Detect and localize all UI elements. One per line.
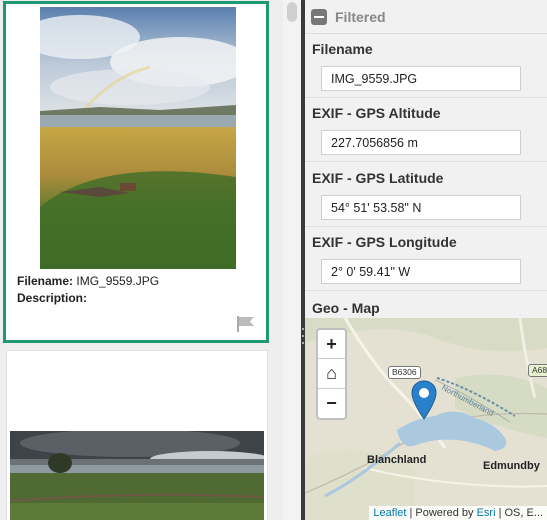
filename-caption: Filename: IMG_9559.JPG: [17, 274, 160, 288]
field-filename: Filename: [305, 34, 547, 98]
leaflet-link[interactable]: Leaflet: [373, 507, 406, 519]
road-label-b6306: B6306: [388, 366, 421, 379]
field-gps-altitude: EXIF - GPS Altitude: [305, 98, 547, 162]
filename-input[interactable]: [321, 66, 521, 91]
place-label-blanchland: Blanchland: [367, 454, 427, 466]
photo-thumbnail[interactable]: [40, 7, 236, 269]
details-pane: Filtered Filename EXIF - GPS Altitude EX…: [305, 0, 547, 520]
photo-thumbnail[interactable]: [10, 431, 264, 520]
gallery-card[interactable]: [6, 350, 268, 520]
geo-map-label: Geo - Map: [312, 300, 380, 316]
gps-altitude-input[interactable]: [321, 130, 521, 155]
field-gps-latitude: EXIF - GPS Latitude: [305, 163, 547, 227]
field-label: Filename: [312, 41, 373, 57]
scrollbar-thumb[interactable]: [287, 2, 297, 22]
geo-map[interactable]: + ⌂ − B6306 A68 Northumberland Blanchlan…: [305, 318, 547, 520]
map-marker-icon[interactable]: [411, 380, 437, 420]
gps-longitude-input[interactable]: [321, 259, 521, 284]
section-title: Filtered: [335, 8, 386, 25]
field-label: EXIF - GPS Latitude: [312, 170, 444, 186]
zoom-out-button[interactable]: −: [318, 389, 345, 418]
gallery-pane: Filename: IMG_9559.JPG Description:: [0, 0, 283, 520]
filtered-section-header[interactable]: Filtered: [305, 0, 547, 34]
home-button[interactable]: ⌂: [318, 359, 345, 389]
road-label-a68: A68: [528, 364, 547, 377]
place-label-edmundbyers: Edmundby: [483, 460, 540, 472]
map-zoom-control: + ⌂ −: [316, 328, 347, 420]
field-label: EXIF - GPS Altitude: [312, 105, 441, 121]
field-label: EXIF - GPS Longitude: [312, 234, 457, 250]
gps-latitude-input[interactable]: [321, 195, 521, 220]
flag-icon[interactable]: [236, 316, 256, 332]
field-gps-longitude: EXIF - GPS Longitude: [305, 227, 547, 291]
zoom-in-button[interactable]: +: [318, 330, 345, 360]
gallery-card-selected[interactable]: Filename: IMG_9559.JPG Description:: [3, 1, 269, 343]
gallery-scrollbar[interactable]: [283, 0, 301, 520]
esri-link[interactable]: Esri: [477, 507, 496, 519]
description-caption: Description:: [17, 291, 88, 305]
collapse-icon[interactable]: [311, 8, 327, 25]
map-attribution: Leaflet | Powered by Esri | OS, E...: [369, 506, 547, 520]
